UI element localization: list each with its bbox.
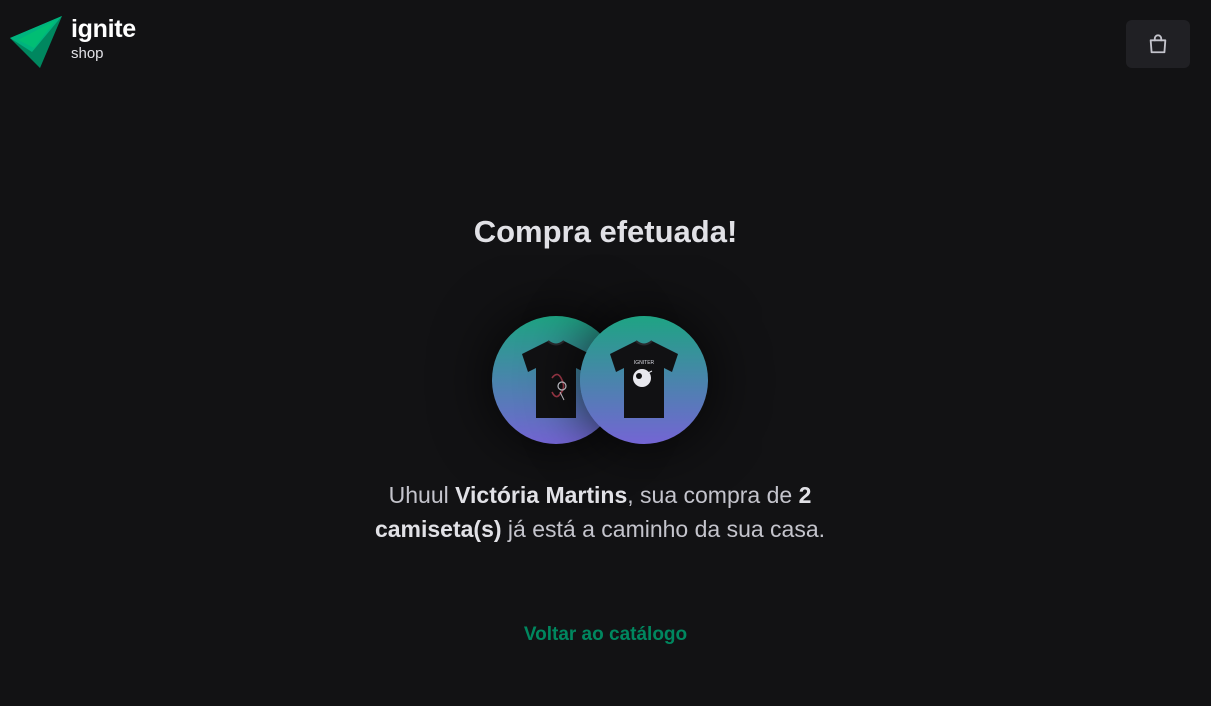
- header: ignite shop: [0, 0, 1211, 88]
- message-suffix: já está a caminho da sua casa.: [501, 516, 826, 542]
- page-title: Compra efetuada!: [473, 214, 738, 249]
- logo[interactable]: ignite shop: [10, 16, 136, 68]
- svg-text:IGNITER: IGNITER: [634, 360, 655, 366]
- logo-text: ignite shop: [71, 15, 136, 62]
- ignite-logo-icon: [10, 16, 62, 68]
- success-page: ignite shop Compra efetuada! IGNITER Uhu…: [0, 0, 1211, 706]
- message-middle: , sua compra de: [627, 482, 799, 508]
- back-to-catalog-link[interactable]: Voltar ao catálogo: [0, 624, 1211, 646]
- product-image: IGNITER: [580, 316, 708, 444]
- message-prefix: Uhuul: [388, 482, 456, 508]
- success-message: Uhuul Victória Martins, sua compra de 2 …: [330, 478, 870, 546]
- logo-name: ignite: [71, 15, 136, 43]
- product-images: IGNITER: [492, 316, 708, 446]
- customer-name: Victória Martins: [455, 482, 628, 508]
- shopping-bag-icon: [1149, 34, 1167, 54]
- cart-button[interactable]: [1126, 20, 1190, 68]
- logo-subtitle: shop: [71, 45, 104, 62]
- tshirt-image: IGNITER: [610, 340, 678, 418]
